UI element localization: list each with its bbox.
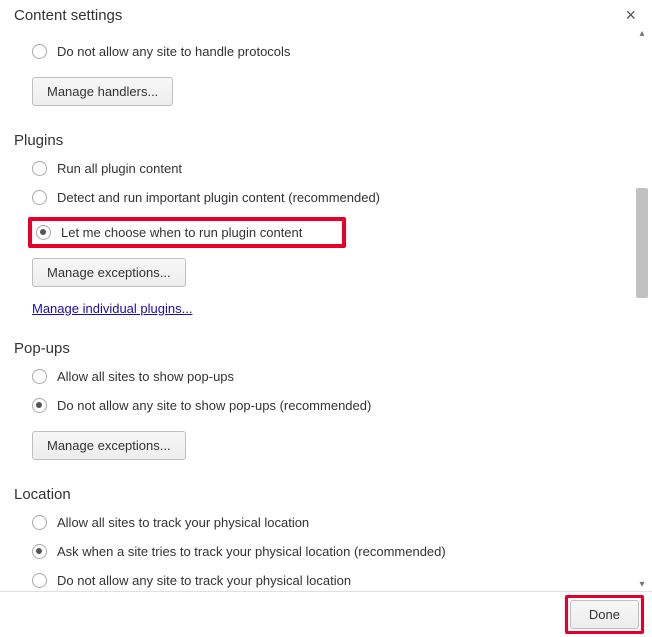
plugins-opt-run-all[interactable]: Run all plugin content bbox=[32, 157, 638, 180]
done-button[interactable]: Done bbox=[570, 600, 639, 629]
plugins-opt-detect[interactable]: Detect and run important plugin content … bbox=[32, 186, 638, 209]
radio-icon[interactable] bbox=[36, 225, 51, 240]
manage-handlers-button[interactable]: Manage handlers... bbox=[32, 77, 173, 106]
location-opt-allow[interactable]: Allow all sites to track your physical l… bbox=[32, 511, 638, 534]
radio-icon[interactable] bbox=[32, 544, 47, 559]
option-label: Detect and run important plugin content … bbox=[57, 190, 380, 205]
highlight-done: Done bbox=[565, 595, 644, 634]
page-title: Content settings bbox=[14, 7, 122, 24]
option-label: Run all plugin content bbox=[57, 161, 182, 176]
radio-icon[interactable] bbox=[32, 515, 47, 530]
popups-heading: Pop-ups bbox=[14, 340, 638, 357]
popups-manage-exceptions-button[interactable]: Manage exceptions... bbox=[32, 431, 186, 460]
radio-icon[interactable] bbox=[32, 369, 47, 384]
radio-icon[interactable] bbox=[32, 190, 47, 205]
radio-icon[interactable] bbox=[32, 44, 47, 59]
radio-icon[interactable] bbox=[32, 573, 47, 588]
location-opt-block[interactable]: Do not allow any site to track your phys… bbox=[32, 569, 638, 592]
option-label: Do not allow any site to show pop-ups (r… bbox=[57, 398, 371, 413]
option-label: Ask when a site tries to track your phys… bbox=[57, 544, 446, 559]
scroll-down-icon[interactable]: ▾ bbox=[636, 579, 648, 591]
option-label: Allow all sites to show pop-ups bbox=[57, 369, 234, 384]
footer: Done bbox=[0, 591, 652, 637]
radio-icon[interactable] bbox=[32, 398, 47, 413]
popups-opt-block[interactable]: Do not allow any site to show pop-ups (r… bbox=[32, 394, 638, 417]
location-opt-ask[interactable]: Ask when a site tries to track your phys… bbox=[32, 540, 638, 563]
option-label: Do not allow any site to track your phys… bbox=[57, 573, 351, 588]
option-label: Do not allow any site to handle protocol… bbox=[57, 44, 290, 59]
handlers-opt-block[interactable]: Do not allow any site to handle protocol… bbox=[32, 40, 638, 63]
option-label: Let me choose when to run plugin content bbox=[61, 225, 302, 240]
plugins-manage-exceptions-button[interactable]: Manage exceptions... bbox=[32, 258, 186, 287]
highlight-plugins-choose: Let me choose when to run plugin content bbox=[28, 217, 346, 248]
location-heading: Location bbox=[14, 486, 638, 503]
manage-individual-plugins-link[interactable]: Manage individual plugins... bbox=[32, 301, 192, 316]
scroll-up-icon[interactable]: ▴ bbox=[636, 28, 648, 40]
content-scroll: Do not allow any site to handle protocol… bbox=[0, 28, 652, 591]
popups-opt-allow[interactable]: Allow all sites to show pop-ups bbox=[32, 365, 638, 388]
plugins-heading: Plugins bbox=[14, 132, 638, 149]
radio-icon[interactable] bbox=[32, 161, 47, 176]
scroll-thumb[interactable] bbox=[636, 188, 648, 298]
close-icon[interactable]: × bbox=[621, 6, 640, 24]
option-label: Allow all sites to track your physical l… bbox=[57, 515, 309, 530]
scrollbar[interactable]: ▴ ▾ bbox=[636, 28, 648, 591]
